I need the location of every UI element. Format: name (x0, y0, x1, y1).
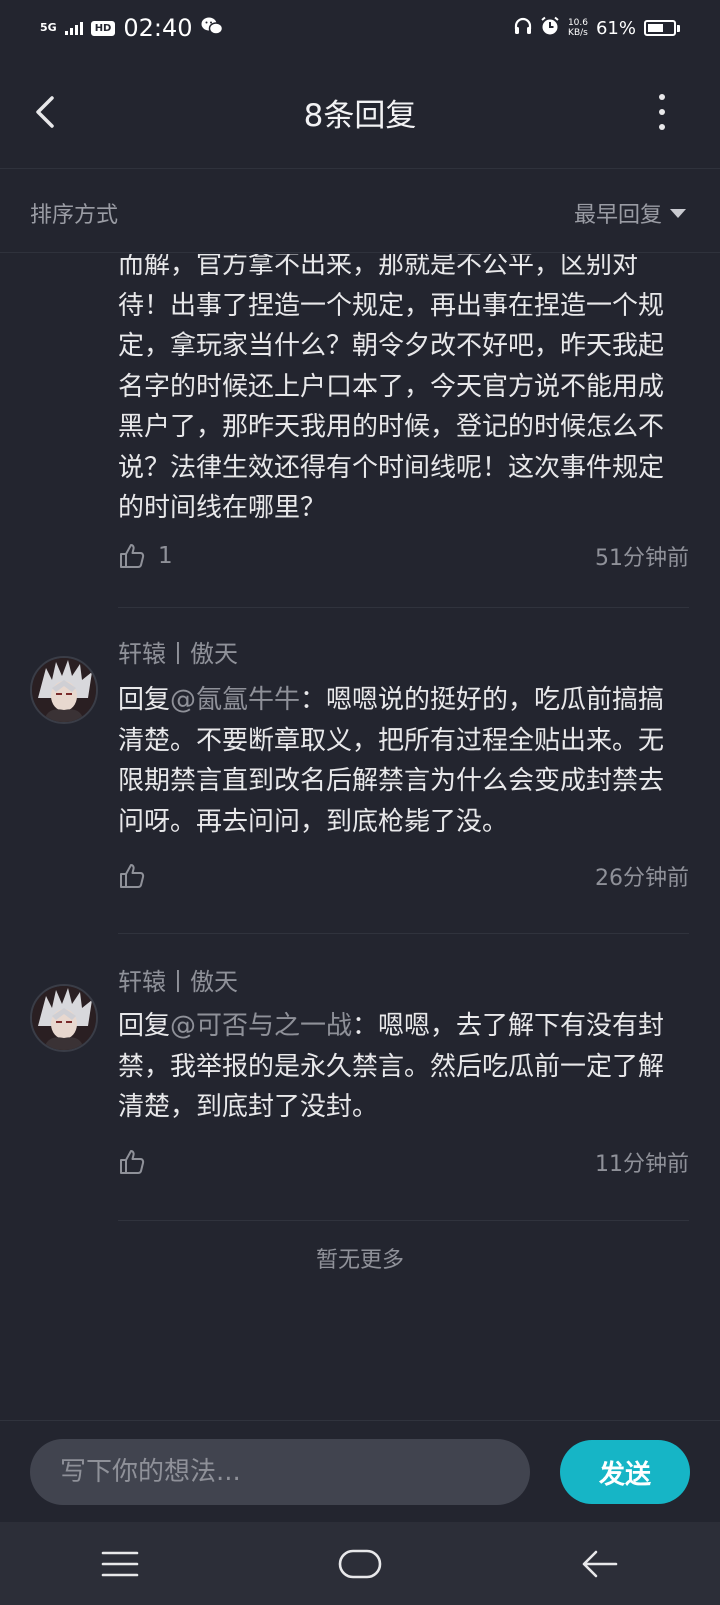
battery-percent: 61% (595, 17, 636, 39)
status-bar: 5G HD 02:40 10.6 KB/s 61% (0, 0, 720, 56)
reply-text: 回复@氤氲牛牛：嗯嗯说的挺好的，吃瓜前搞搞清楚。不要断章取义，把所有过程全贴出来… (118, 680, 684, 842)
divider (118, 607, 689, 608)
home-icon[interactable] (330, 1544, 390, 1584)
mention-link[interactable]: @氤氲牛牛 (170, 685, 300, 715)
menu-icon[interactable] (90, 1544, 150, 1584)
comment-input-bar: 发送 (0, 1420, 720, 1522)
page-title: 8条回复 (303, 97, 417, 134)
more-dot-icon (659, 94, 665, 100)
no-more-label: 暂无更多 (315, 1248, 404, 1273)
sort-bar: 排序方式 最早回复 (0, 169, 720, 253)
username[interactable]: 轩辕丨傲天 (118, 634, 238, 669)
battery-icon (644, 20, 680, 36)
reply-text: 而解，官方拿不出来，那就是不公平，区别对待！出事了捏造一个规定，再出事在捏造一个… (118, 254, 665, 523)
like-button[interactable] (118, 862, 146, 890)
sort-label: 排序方式 (30, 203, 119, 228)
alarm-icon (540, 16, 560, 40)
like-count: 1 (158, 543, 173, 569)
signal-icon (64, 21, 83, 35)
headphones-icon (514, 17, 532, 39)
chevron-left-icon (36, 96, 54, 128)
sort-dropdown[interactable]: 最早回复 (574, 197, 686, 229)
sort-selected-value: 最早回复 (573, 203, 662, 228)
thumbs-up-icon (120, 544, 145, 568)
thumbs-up-icon (120, 1150, 145, 1174)
more-options-button[interactable] (656, 94, 668, 130)
reply-text: 回复@可否与之一战：嗯嗯，去了解下有没有封禁，我举报的是永久禁言。然后吃瓜前一定… (118, 1006, 684, 1128)
avatar[interactable] (30, 984, 98, 1052)
status-time: 02:40 (123, 14, 193, 42)
reply-time: 51分钟前 (595, 546, 689, 571)
thumbs-up-icon (120, 864, 145, 888)
reply-time: 11分钟前 (595, 1152, 689, 1177)
like-button[interactable]: 1 (118, 542, 173, 570)
hd-badge: HD (90, 20, 116, 36)
triangle-down-icon (670, 208, 686, 218)
like-button[interactable] (118, 1148, 146, 1176)
avatar[interactable] (30, 656, 98, 724)
network-type: 5G (40, 21, 57, 34)
divider (118, 933, 689, 934)
back-button[interactable] (28, 92, 68, 132)
reply-list: 而解，官方拿不出来，那就是不公平，区别对待！出事了捏造一个规定，再出事在捏造一个… (0, 254, 720, 1419)
comment-input[interactable] (30, 1439, 530, 1505)
username[interactable]: 轩辕丨傲天 (118, 962, 238, 997)
wechat-icon (201, 16, 223, 40)
reply-prefix: 回复 (118, 1011, 171, 1041)
reply-time: 26分钟前 (595, 866, 689, 891)
divider (118, 1220, 689, 1221)
page-header: 8条回复 (0, 56, 720, 169)
mention-link[interactable]: @可否与之一战 (170, 1011, 352, 1041)
network-speed: 10.6 KB/s (567, 18, 588, 38)
system-nav-bar (0, 1522, 720, 1605)
back-arrow-icon[interactable] (570, 1544, 630, 1584)
reply-prefix: 回复 (118, 685, 171, 715)
send-button[interactable]: 发送 (560, 1440, 690, 1504)
